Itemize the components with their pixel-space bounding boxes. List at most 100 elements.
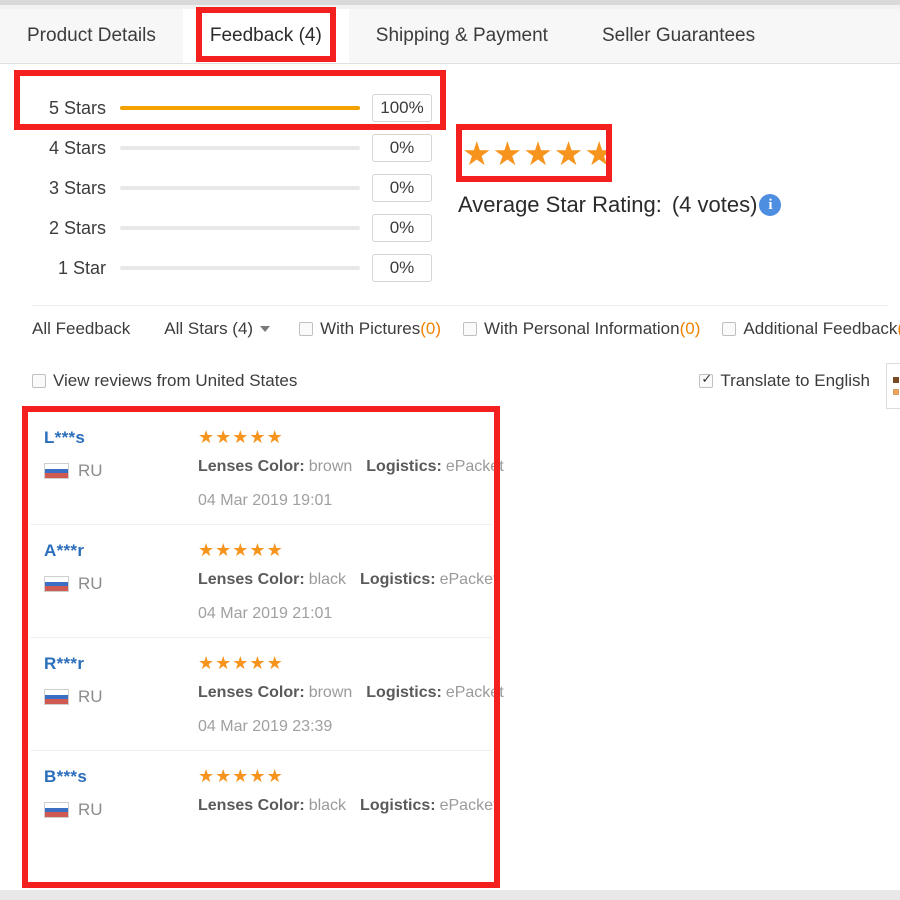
flag-icon-ru xyxy=(44,802,69,818)
translate-options-row: View reviews from United States Translat… xyxy=(32,358,888,404)
star-icon: ★ xyxy=(266,540,283,560)
review-attr-value-lenses-color: black xyxy=(308,571,347,588)
tab-seller-guarantees[interactable]: Seller Guarantees xyxy=(574,9,783,63)
review-attr-key-logistics: Logistics: xyxy=(366,684,442,701)
review-country-code: RU xyxy=(78,800,103,819)
review-attr-key-lenses-color: Lenses Color: xyxy=(198,797,305,814)
review-country: RU xyxy=(44,800,194,820)
star-icon: ★ xyxy=(215,427,232,447)
rating-row-label: 3 Stars xyxy=(48,177,106,198)
star-icon: ★ xyxy=(249,653,266,673)
star-icon: ★ xyxy=(232,540,249,560)
review-body: ★ ★ ★ ★ ★ Lenses Color: brown Logistics: ePacket… xyxy=(194,654,504,736)
rating-row-bar-track xyxy=(120,106,360,110)
flag-icon-ru xyxy=(44,689,69,705)
average-star-display: ★ ★ ★ ★ ★ xyxy=(456,124,886,182)
review-attr-value-lenses-color: brown xyxy=(308,458,353,475)
review-attr-value-logistics: ePacket xyxy=(445,684,504,701)
star-icon: ★ xyxy=(249,540,266,560)
review-attr-key-lenses-color: Lenses Color: xyxy=(198,684,305,701)
tab-feedback-4[interactable]: Feedback (4) xyxy=(182,9,349,63)
translate-to-english-label: Translate to English xyxy=(720,371,870,390)
review-attributes: Lenses Color: black Logistics: ePacket xyxy=(198,797,497,815)
view-reviews-checkbox[interactable] xyxy=(32,374,46,388)
tab-shipping-payment[interactable]: Shipping & Payment xyxy=(348,9,575,63)
star-icon: ★ xyxy=(523,134,553,172)
review-country: RU xyxy=(44,461,194,481)
review-star-rating: ★ ★ ★ ★ ★ xyxy=(198,654,504,672)
tab-list: Product Details Feedback (4) Shipping & Pa… xyxy=(0,9,900,63)
star-icon: ★ xyxy=(198,540,215,560)
review-username[interactable]: A***r xyxy=(44,541,194,561)
star-icon: ★ xyxy=(266,427,283,447)
star-icon: ★ xyxy=(249,766,266,786)
filter-with-personal-information[interactable]: With Personal Information (0) xyxy=(452,319,711,339)
star-icon: ★ xyxy=(215,766,232,786)
info-icon[interactable]: i xyxy=(759,194,782,216)
review-star-rating: ★ ★ ★ ★ ★ xyxy=(198,767,497,785)
review-username[interactable]: R***r xyxy=(44,654,194,674)
filter-all-stars-dropdown[interactable]: All Stars (4) xyxy=(150,319,284,339)
average-rating-text-row: Average Star Rating: (4 votes) i xyxy=(456,192,886,218)
average-rating-label: Average Star Rating: xyxy=(458,192,662,217)
filter-with-pictures[interactable]: With Pictures (0) xyxy=(288,319,452,339)
star-icon: ★ xyxy=(198,766,215,786)
review-username[interactable]: L***s xyxy=(44,428,194,448)
additional-feedback-checkbox[interactable] xyxy=(722,321,737,336)
star-icon: ★ xyxy=(584,134,614,172)
flag-icon-ru xyxy=(44,576,69,592)
star-icon: ★ xyxy=(198,653,215,673)
view-reviews-from-country-option[interactable]: View reviews from United States xyxy=(32,371,297,391)
review-attr-key-logistics: Logistics: xyxy=(366,458,442,475)
rating-row-percent: 0% xyxy=(372,174,432,202)
rating-row: 3 Stars 0% xyxy=(0,168,450,208)
filter-additional-feedback[interactable]: Additional Feedback (0) xyxy=(711,319,900,339)
review-attr-value-logistics: ePacket xyxy=(439,797,498,814)
flag-icon-ru xyxy=(44,463,69,479)
review-attr-key-logistics: Logistics: xyxy=(360,797,436,814)
rating-row: 2 Stars 0% xyxy=(0,208,450,248)
with-personal-information-count: (0) xyxy=(679,318,701,338)
review-star-rating: ★ ★ ★ ★ ★ xyxy=(198,428,504,446)
with-pictures-checkbox[interactable] xyxy=(299,321,314,336)
review-attr-key-logistics: Logistics: xyxy=(360,571,436,588)
review-body: ★ ★ ★ ★ ★ Lenses Color: black Logistics: ePacket… xyxy=(194,541,497,623)
rating-row-percent: 0% xyxy=(372,254,432,282)
review-star-rating: ★ ★ ★ ★ ★ xyxy=(198,541,497,559)
rating-row-bar-track xyxy=(120,186,360,190)
rating-row-bar-fill xyxy=(120,106,360,110)
translate-to-english-option[interactable]: Translate to English xyxy=(699,371,870,391)
review-attributes: Lenses Color: black Logistics: ePacket xyxy=(198,571,497,589)
rating-row-percent: 0% xyxy=(372,214,432,242)
review-attr-key-lenses-color: Lenses Color: xyxy=(198,571,305,588)
star-icon: ★ xyxy=(462,134,492,172)
translate-to-english-checkbox[interactable] xyxy=(699,372,714,388)
with-personal-information-checkbox[interactable] xyxy=(463,321,477,336)
review-date: 04 Mar 2019 21:01 xyxy=(198,605,333,622)
review-user-column: R***r RU xyxy=(44,654,194,736)
partial-side-panel[interactable] xyxy=(886,363,900,409)
review-body: ★ ★ ★ ★ ★ Lenses Color: black Logistics: ePacket xyxy=(194,767,497,820)
rating-row-label: 5 Stars xyxy=(48,97,106,118)
review-country-code: RU xyxy=(78,687,103,706)
review-attr-value-lenses-color: black xyxy=(308,797,347,814)
rating-row-percent: 100% xyxy=(372,94,432,122)
tab-product-details[interactable]: Product Details xyxy=(0,9,183,63)
filter-all-feedback[interactable]: All Feedback xyxy=(32,319,146,339)
rating-breakdown: 5 Stars 100% 4 Stars 0% 3 Stars 0% 2 Stars 0% 1 … xyxy=(0,64,450,298)
rating-row-percent: 0% xyxy=(372,134,432,162)
star-icon: ★ xyxy=(215,653,232,673)
review-username[interactable]: B***s xyxy=(44,767,194,787)
review-attributes: Lenses Color: brown Logistics: ePacket xyxy=(198,458,504,476)
star-icon: ★ xyxy=(553,134,584,172)
side-panel-icon-top xyxy=(893,377,899,383)
review-attributes: Lenses Color: brown Logistics: ePacket xyxy=(198,684,504,702)
star-icon: ★ xyxy=(232,427,249,447)
average-rating-block: ★ ★ ★ ★ ★ Average Star Rating: (4 votes) i xyxy=(456,124,886,218)
rating-row-label: 4 Stars xyxy=(48,137,106,158)
review-item: A***r RU ★ ★ ★ ★ ★ Lenses Color: black Logistics:… xyxy=(30,525,497,638)
star-icon: ★ xyxy=(198,427,215,447)
star-icon: ★ xyxy=(232,653,249,673)
review-attr-key-lenses-color: Lenses Color: xyxy=(198,458,305,475)
product-tab-bar: Product Details Feedback (4) Shipping & Pa… xyxy=(0,9,900,64)
